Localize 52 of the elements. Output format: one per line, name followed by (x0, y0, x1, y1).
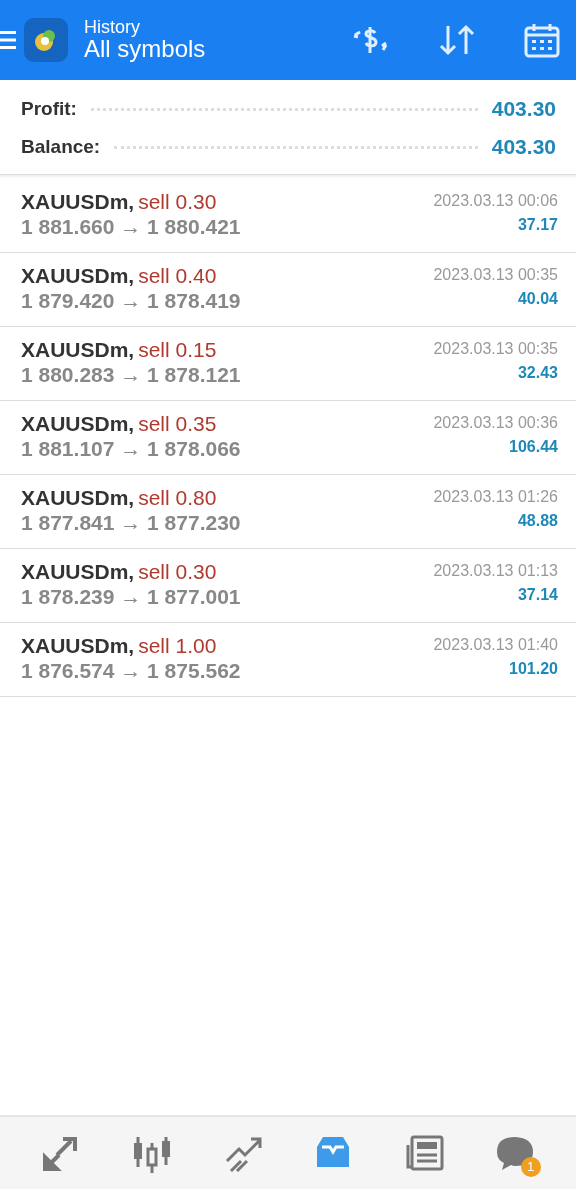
profit-value: 37.17 (517, 215, 558, 235)
side-text: sell 0.15 (138, 337, 217, 363)
side-text: sell 0.35 (138, 411, 217, 437)
summary-value: 403.30 (491, 96, 556, 123)
symbol-text: XAUUSDm, (21, 189, 135, 215)
side-text: sell 0.40 (138, 263, 217, 289)
deal-row[interactable]: XAUUSDm, sell 0.40 1 879.420 → 1 878.419 2023.03.13 00:35 40.04 (0, 253, 576, 327)
app-logo-icon (24, 18, 68, 62)
profit-value: 37.14 (517, 585, 558, 605)
deal-row[interactable]: XAUUSDm, sell 1.00 1 876.574 → 1 875.562 2023.03.13 01:40 101.20 (0, 623, 576, 697)
symbol-text: XAUUSDm, (21, 411, 135, 437)
menu-icon[interactable] (0, 29, 16, 51)
side-text: sell 1.00 (138, 633, 217, 659)
price-text: 1 878.239 → 1 877.001 (21, 584, 241, 610)
summary-value: 403.30 (491, 134, 556, 161)
profit-value: 101.20 (509, 659, 558, 679)
notification-badge: 1 (520, 1157, 541, 1177)
deal-row[interactable]: XAUUSDm, sell 0.15 1 880.283 → 1 878.121 2023.03.13 00:35 32.43 (0, 327, 576, 401)
side-text: sell 0.30 (138, 189, 217, 215)
summary-label: Profit: (21, 96, 77, 121)
profit-value: 32.43 (517, 363, 558, 383)
price-text: 1 879.420 → 1 878.419 (21, 288, 241, 314)
price-text: 1 877.841 → 1 877.230 (21, 510, 241, 536)
time-text: 2023.03.13 01:13 (433, 561, 558, 581)
time-text: 2023.03.13 01:26 (433, 487, 558, 507)
profit-value: 48.88 (517, 511, 558, 531)
symbol-text: XAUUSDm, (21, 559, 135, 585)
time-text: 2023.03.13 00:35 (433, 265, 558, 285)
sort-icon[interactable] (438, 23, 476, 57)
symbol-text: XAUUSDm, (21, 485, 135, 511)
calendar-icon[interactable] (524, 22, 560, 58)
deal-row[interactable]: XAUUSDm, sell 0.80 1 877.841 → 1 877.230 2023.03.13 01:26 48.88 (0, 475, 576, 549)
price-text: 1 880.283 → 1 878.121 (21, 362, 241, 388)
side-text: sell 0.30 (138, 559, 217, 585)
deal-row[interactable]: XAUUSDm, sell 0.35 1 881.107 → 1 878.066 2023.03.13 00:36 106.44 (0, 401, 576, 475)
profit-value: 40.04 (517, 289, 558, 309)
symbol-text: XAUUSDm, (21, 263, 135, 289)
price-text: 1 876.574 → 1 875.562 (21, 658, 241, 684)
side-text: sell 0.80 (138, 485, 217, 511)
symbol-text: XAUUSDm, (21, 337, 135, 363)
profit-value: 106.44 (509, 437, 558, 457)
deal-row[interactable]: XAUUSDm, sell 0.30 1 881.660 → 1 880.421 2023.03.13 00:06 37.17 (0, 179, 576, 253)
time-text: 2023.03.13 00:35 (433, 339, 558, 359)
price-text: 1 881.660 → 1 880.421 (21, 214, 241, 240)
time-text: 2023.03.13 00:06 (433, 191, 558, 211)
deal-row[interactable]: XAUUSDm, sell 0.30 1 878.239 → 1 877.001 2023.03.13 01:13 37.14 (0, 549, 576, 623)
symbol-text: XAUUSDm, (21, 633, 135, 659)
subtitle-text: History (84, 17, 141, 36)
price-text: 1 881.107 → 1 878.066 (21, 436, 241, 462)
time-text: 2023.03.13 01:40 (433, 635, 558, 655)
summary-label: Balance: (21, 134, 101, 159)
time-text: 2023.03.13 00:36 (433, 413, 558, 433)
